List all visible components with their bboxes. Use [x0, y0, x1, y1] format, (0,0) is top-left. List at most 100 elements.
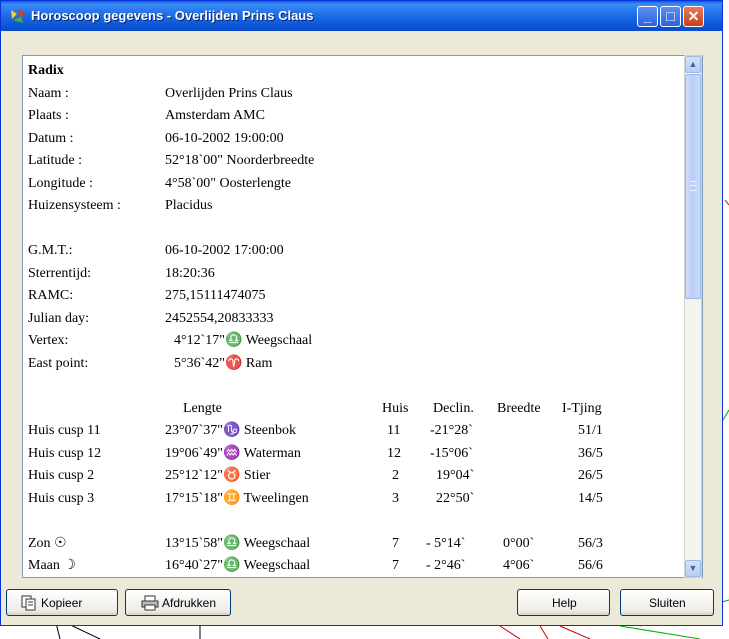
close-icon: ✕ [687, 8, 700, 24]
breedte-cell: 0°00` [503, 535, 535, 551]
maximize-button[interactable]: □ [660, 6, 681, 27]
row-label: Huis cusp 11 [28, 423, 101, 438]
print-button-label: Afdrukken [162, 596, 217, 610]
info-value: 4°58`00" Oosterlengte [165, 175, 292, 191]
scroll-thumb[interactable] [685, 74, 701, 299]
time-value: 4°12`17"♎ Weegschaal [174, 333, 313, 348]
time-row: RAMC: 275,15111474075 [28, 285, 265, 308]
time-label: Julian day: [28, 310, 90, 326]
scroll-down-button[interactable]: ▼ [685, 560, 701, 577]
declin-cell: - 2°46` [426, 558, 466, 573]
time-row: East point: 5°36`42"♈ Ram [28, 353, 272, 376]
huis-header: Huis [382, 400, 409, 416]
info-row: Naam : Overlijden Prins Claus [28, 83, 293, 106]
chevron-down-icon: ▼ [688, 563, 698, 573]
lengte-cell: 25°12`12"♉ Stier [165, 468, 271, 483]
row-label: Huis cusp 2 [28, 468, 95, 483]
info-value: Placidus [165, 198, 213, 213]
close-button[interactable]: Sluiten [620, 589, 714, 616]
time-row: Julian day: 2452554,20833333 [28, 308, 274, 331]
help-button-label: Help [552, 596, 577, 610]
info-row: Longitude : 4°58`00" Oosterlengte [28, 173, 291, 196]
declin-header: Declin. [433, 400, 474, 416]
close-button-label: Sluiten [649, 596, 686, 610]
row-label: Zon ☉ [28, 535, 67, 551]
declin-cell: 19°04` [436, 468, 475, 483]
time-row: Vertex: 4°12`17"♎ Weegschaal [28, 330, 312, 353]
time-label: G.M.T.: [28, 243, 73, 258]
lengte-cell: 16°40`27"♎ Weegschaal [165, 558, 311, 573]
copy-icon [21, 595, 36, 611]
minimize-button[interactable]: _ [637, 6, 658, 27]
huis-cell: 3 [392, 490, 399, 506]
table-row: Zon ☉ 13°15`58"♎ Weegschaal 7 - 5°14` 0°00` 5… [28, 533, 603, 556]
time-value: 2452554,20833333 [165, 310, 274, 326]
info-label: Huizensysteem : [28, 198, 121, 213]
table-row: Huis cusp 2 25°12`12"♉ Stier 2 19°04` 26/5 [28, 465, 603, 488]
itjing-cell: 14/5 [578, 490, 603, 506]
copy-button-label: Kopieer [41, 596, 83, 610]
table-row: Huis cusp 12 19°06`49"♒ Waterman 12 -15°06`… [28, 443, 603, 466]
horoscope-text-area[interactable]: Radix Naam : Overlijden Prins Claus Plaat… [22, 55, 703, 578]
time-value: 18:20:36 [165, 265, 215, 281]
horoscope-app-icon [11, 9, 25, 23]
huis-cell: 2 [392, 468, 399, 483]
declin-cell: 22°50` [436, 490, 475, 506]
time-label: Vertex: [28, 333, 69, 348]
lengte-cell: 23°07`37"♑ Steenbok [165, 423, 297, 438]
huis-cell: 12 [387, 445, 401, 461]
info-row: Huizensysteem : Placidus [28, 195, 212, 218]
info-row: Plaats : Amsterdam AMC [28, 105, 265, 128]
chevron-up-icon: ▲ [688, 59, 698, 69]
info-label: Datum : [28, 130, 74, 146]
time-value: 06-10-2002 17:00:00 [165, 243, 284, 258]
huis-cell: 7 [392, 535, 399, 551]
vertical-scrollbar[interactable]: ▲ ▼ [684, 55, 702, 578]
lengte-cell: 13°15`58"♎ Weegschaal [165, 535, 311, 551]
time-label: Sterrentijd: [28, 265, 91, 281]
info-label: Latitude : [28, 153, 83, 168]
row-label: Huis cusp 3 [28, 490, 95, 506]
time-row: Sterrentijd: 18:20:36 [28, 263, 215, 286]
grip-icon [690, 181, 697, 191]
table-header: Lengte Huis Declin. Breedte I-Tjing [28, 398, 602, 421]
time-value: 5°36`42"♈ Ram [174, 355, 273, 371]
maximize-icon: □ [666, 8, 675, 24]
info-value: 52°18`00" Noorderbreedte [165, 153, 315, 168]
info-label: Naam : [28, 85, 69, 101]
table-row: Maan ☽ 16°40`27"♎ Weegschaal 7 - 2°46` 4°06`… [28, 555, 603, 577]
info-label: Longitude : [28, 175, 93, 191]
horoscope-dialog: Horoscoop gegevens - Overlijden Prins Cl… [0, 0, 723, 626]
itjing-cell: 26/5 [578, 468, 603, 483]
declin-cell: -21°28` [430, 423, 473, 438]
huis-cell: 11 [387, 423, 401, 438]
row-label: Maan ☽ [28, 558, 76, 573]
help-button[interactable]: Help [517, 589, 610, 616]
info-value: Amsterdam AMC [165, 108, 265, 123]
table-row: Huis cusp 3 17°15`18"♊ Tweelingen 3 22°50` 1… [28, 488, 603, 511]
table-row: Huis cusp 11 23°07`37"♑ Steenbok 11 -21°28`… [28, 420, 603, 443]
info-row: Latitude : 52°18`00" Noorderbreedte [28, 150, 314, 173]
scroll-up-button[interactable]: ▲ [685, 56, 701, 73]
declin-cell: -15°06` [430, 445, 473, 461]
breedte-cell: 4°06` [503, 558, 535, 573]
print-button[interactable]: Afdrukken [125, 589, 231, 616]
radix-heading: Radix [28, 63, 64, 78]
info-row: Datum : 06-10-2002 19:00:00 [28, 128, 284, 151]
title-bar[interactable]: Horoscoop gegevens - Overlijden Prins Cl… [1, 1, 722, 31]
info-value: Overlijden Prins Claus [165, 85, 293, 101]
time-label: RAMC: [28, 288, 74, 303]
itjing-cell: 56/6 [578, 558, 603, 573]
copy-button[interactable]: Kopieer [6, 589, 118, 616]
time-row: G.M.T.: 06-10-2002 17:00:00 [28, 240, 284, 263]
declin-cell: - 5°14` [426, 535, 466, 551]
horoscope-text: Radix Naam : Overlijden Prins Claus Plaat… [28, 60, 603, 577]
itjing-cell: 56/3 [578, 535, 603, 551]
close-window-button[interactable]: ✕ [683, 6, 704, 27]
breedte-header: Breedte [497, 400, 541, 416]
itjing-header: I-Tjing [562, 400, 602, 416]
printer-icon [141, 595, 159, 611]
row-label: Huis cusp 12 [28, 445, 102, 461]
lengte-header: Lengte [183, 400, 222, 416]
time-value: 275,15111474075 [165, 288, 266, 303]
